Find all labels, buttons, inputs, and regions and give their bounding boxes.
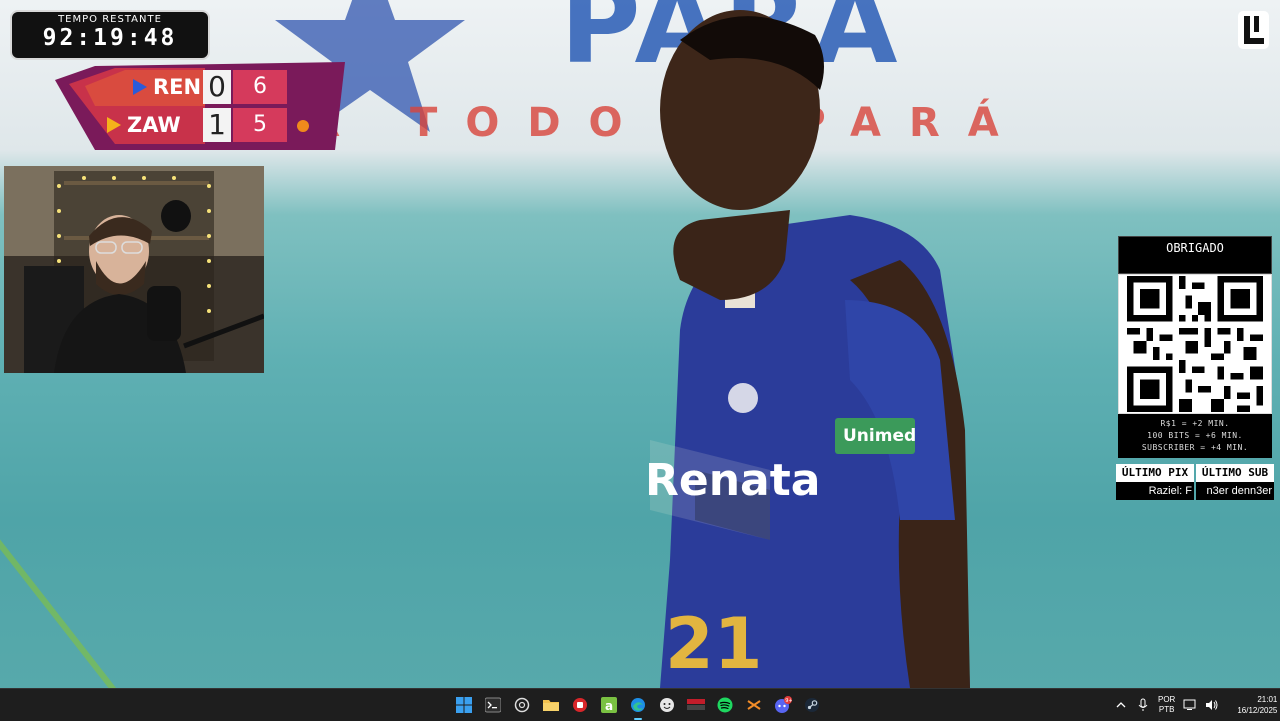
- last-sub-box: ÚLTIMO SUB n3er denn3er: [1196, 464, 1274, 502]
- svg-text:a: a: [605, 699, 613, 713]
- system-tray: POR PTB 21:01 16/12/2025: [1114, 689, 1277, 721]
- last-sub-label: ÚLTIMO SUB: [1196, 464, 1274, 482]
- webcam-scene: [4, 166, 264, 373]
- qr-code-icon: [1127, 276, 1263, 412]
- rate-line: R$1 = +2 MIN.: [1160, 419, 1230, 428]
- last-supporters: ÚLTIMO PIX Raziel: F ÚLTIMO SUB n3er den…: [1116, 464, 1274, 502]
- microphone-icon[interactable]: [1136, 698, 1150, 712]
- red-app-icon[interactable]: [568, 693, 592, 717]
- chevron-up-icon[interactable]: [1114, 698, 1128, 712]
- network-icon[interactable]: [1183, 698, 1197, 712]
- jersey-patch-text: Unimed: [843, 426, 916, 446]
- orange-tool-icon[interactable]: [742, 693, 766, 717]
- last-pix-label: ÚLTIMO PIX: [1116, 464, 1194, 482]
- red-badge-app-icon[interactable]: [684, 693, 708, 717]
- channel-logo-icon: [1238, 11, 1269, 49]
- language-line-2: PTB: [1158, 705, 1175, 714]
- volleyball-player: Unimed Renata 21: [645, 10, 970, 688]
- timer-value: 92:19:48: [42, 25, 178, 51]
- thanks-title: OBRIGADO: [1118, 236, 1272, 274]
- countdown-timer: TEMPO RESTANTE 92:19:48: [10, 10, 210, 60]
- discord-icon[interactable]: 9+: [771, 693, 795, 717]
- spotify-icon[interactable]: [713, 693, 737, 717]
- serve-arrow-icon: [107, 117, 121, 133]
- edge-browser-icon[interactable]: [626, 693, 650, 720]
- jersey-sponsor-text: Renata: [645, 455, 820, 506]
- serving-indicator-dot: [297, 120, 309, 132]
- chatgpt-icon[interactable]: [510, 693, 534, 717]
- scoreboard: REN 0 6 ZAW 1 5: [55, 62, 345, 150]
- pix-qr-code[interactable]: [1118, 274, 1272, 414]
- taskbar-apps: a 9+: [452, 693, 824, 720]
- clock-time: 21:01: [1257, 695, 1278, 704]
- team-1-name: REN: [153, 75, 202, 99]
- language-indicator[interactable]: POR PTB: [1158, 695, 1175, 715]
- face-app-icon[interactable]: [655, 693, 679, 717]
- streamer-webcam: [4, 166, 264, 373]
- team-row-2: ZAW: [107, 107, 181, 143]
- rate-line: SUBSCRIBER = +4 MIN.: [1141, 443, 1249, 452]
- green-a-icon[interactable]: a: [597, 693, 621, 717]
- team-1-sets: 0: [203, 70, 231, 104]
- court-line: [0, 491, 160, 688]
- serve-arrow-icon: [133, 79, 147, 95]
- last-sub-name: n3er denn3er: [1196, 482, 1274, 500]
- team-1-points: 6: [233, 70, 287, 104]
- file-explorer-icon[interactable]: [539, 693, 563, 717]
- timer-label: TEMPO RESTANTE: [58, 14, 162, 25]
- donation-rates: R$1 = +2 MIN. 100 BITS = +6 MIN. SUBSCRI…: [1118, 414, 1272, 458]
- last-pix-box: ÚLTIMO PIX Raziel: F: [1116, 464, 1194, 502]
- language-line-1: POR: [1158, 695, 1176, 704]
- donation-panel: OBRIGADO R$1 = +2 MIN. 100 BITS = +6 MIN…: [1118, 236, 1272, 458]
- steam-icon[interactable]: [800, 693, 824, 717]
- jersey-number-text: 21: [665, 603, 762, 685]
- team-2-name: ZAW: [127, 113, 181, 137]
- volume-icon[interactable]: [1205, 698, 1219, 712]
- team-2-points: 5: [233, 108, 287, 142]
- last-pix-name: Raziel: F: [1116, 482, 1194, 500]
- windows-taskbar: a 9+ POR PTB 21:01 16/12/2025: [0, 688, 1280, 721]
- clock-date: 16/12/2025: [1237, 706, 1278, 715]
- taskbar-clock[interactable]: 21:01 16/12/2025: [1237, 694, 1277, 716]
- terminal-icon[interactable]: [481, 693, 505, 717]
- windows-start-icon[interactable]: [452, 693, 476, 717]
- rate-line: 100 BITS = +6 MIN.: [1147, 431, 1243, 440]
- team-row-1: REN: [133, 69, 201, 105]
- discord-badge: 9+: [785, 698, 792, 704]
- team-2-sets: 1: [203, 108, 231, 142]
